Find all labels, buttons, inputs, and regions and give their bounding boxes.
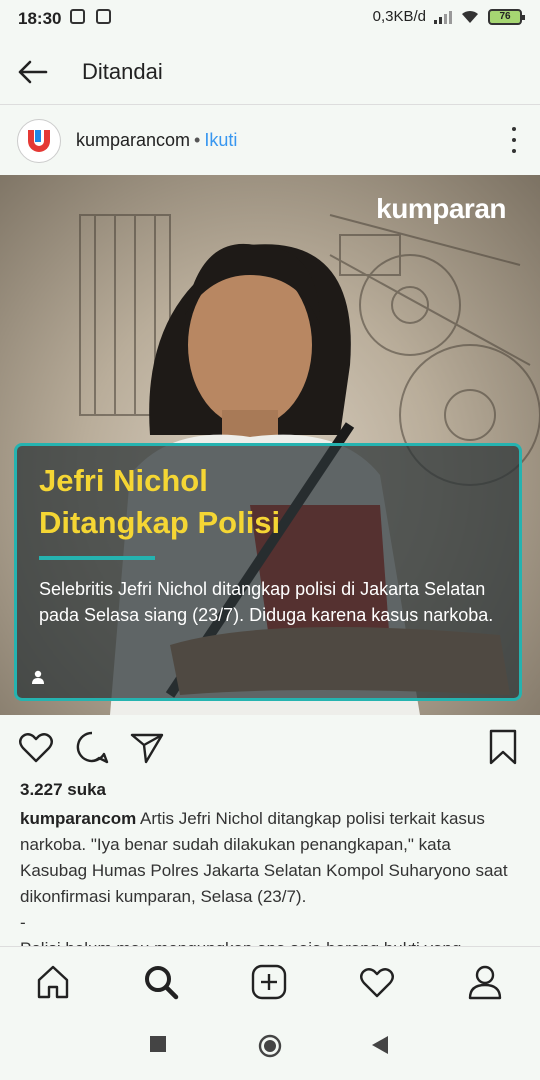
avatar[interactable] xyxy=(17,119,61,163)
follow-button[interactable]: Ikuti xyxy=(204,130,237,150)
battery-level: 76 xyxy=(499,11,511,22)
post-caption: kumparancom Artis Jefri Nichol ditangkap… xyxy=(20,806,520,946)
instagram-notification-icon xyxy=(70,9,85,24)
bookmark-icon[interactable] xyxy=(484,728,522,766)
brand-watermark: kumparan xyxy=(376,193,506,224)
app-header: Ditandai xyxy=(0,40,540,105)
recents-icon[interactable] xyxy=(150,1036,166,1052)
share-icon[interactable] xyxy=(128,728,166,766)
separator-dot: • xyxy=(194,130,201,150)
system-nav xyxy=(0,1016,540,1080)
bottom-nav xyxy=(0,946,540,1017)
battery-icon: 76 xyxy=(488,8,525,25)
username-link[interactable]: kumparancom xyxy=(76,130,190,150)
post-header: kumparancom • Ikuti xyxy=(0,105,540,175)
more-vert-icon[interactable] xyxy=(510,127,518,153)
back-arrow-icon[interactable] xyxy=(14,54,50,90)
post-image[interactable]: kumparan Jefri Nichol Ditangkap Polisi S… xyxy=(0,175,540,715)
heart-icon[interactable] xyxy=(17,728,55,766)
profile-icon[interactable] xyxy=(466,963,504,1001)
person-tag-icon[interactable] xyxy=(31,670,45,684)
home-button-icon[interactable] xyxy=(258,1034,282,1058)
caption-more: Polisi belum mau mengungkap apa saja bar… xyxy=(20,936,520,946)
comment-icon[interactable] xyxy=(73,728,111,766)
post-author: kumparancom • Ikuti xyxy=(76,130,237,151)
network-speed: 0,3KB/d xyxy=(372,8,426,25)
status-time: 18:30 xyxy=(18,9,62,28)
headline: Jefri Nichol Ditangkap Polisi xyxy=(39,460,499,544)
page-title: Ditandai xyxy=(82,59,163,84)
likes-count[interactable]: 3.227 suka xyxy=(20,780,106,800)
back-button-icon[interactable] xyxy=(372,1036,388,1054)
caption-username[interactable]: kumparancom xyxy=(20,809,136,828)
headline-line-1: Jefri Nichol xyxy=(39,463,208,498)
home-icon[interactable] xyxy=(34,963,72,1001)
caption-dash: - xyxy=(20,913,26,932)
wifi-icon xyxy=(462,10,478,23)
headline-description: Selebritis Jefri Nichol ditangkap polisi… xyxy=(39,579,494,625)
activity-heart-icon[interactable] xyxy=(358,963,396,1001)
add-post-icon[interactable] xyxy=(250,963,288,1001)
status-right: 0,3KB/d 76 xyxy=(372,8,525,25)
kumparan-logo xyxy=(28,130,50,152)
signal-icon xyxy=(434,10,452,24)
headline-divider xyxy=(39,556,155,560)
status-bar: 18:30 0,3KB/d 76 xyxy=(0,0,540,38)
post-actions xyxy=(0,722,540,782)
upload-notification-icon xyxy=(96,9,111,24)
search-icon[interactable] xyxy=(142,963,180,1001)
headline-line-2: Ditangkap Polisi xyxy=(39,505,281,540)
headline-card: Jefri Nichol Ditangkap Polisi Selebritis… xyxy=(14,443,522,701)
